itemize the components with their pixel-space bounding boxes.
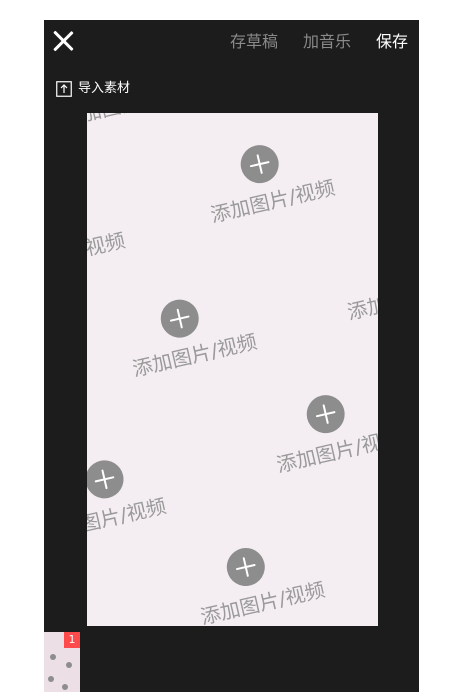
media-slot-label: 添加图片/视频 <box>208 175 338 228</box>
media-slot-3[interactable]: 添加图片/视 <box>264 375 378 487</box>
media-slot-1[interactable]: 添加图片/视频 <box>198 125 362 237</box>
editor-screen: 存草稿 加音乐 保存 导入素材 加图片 添加图片/视频 视频 添加图片/视频 <box>44 20 419 692</box>
thumbnail-plus-dot <box>50 654 56 660</box>
thumbnail-plus-dot <box>48 676 54 682</box>
media-slot-2[interactable]: 添加图片/视频 <box>120 279 284 391</box>
add-music-button[interactable]: 加音乐 <box>303 32 351 52</box>
template-canvas: 加图片 添加图片/视频 视频 添加图片/视频 添加 添加图片/视 图片/视频 <box>87 113 378 626</box>
media-slot-label: 加图片 <box>87 113 143 126</box>
media-slot-4[interactable]: 图片/视频 <box>87 433 238 545</box>
thumbnail-plus-dot <box>62 684 68 690</box>
timeline-clip-thumbnail[interactable]: 1 <box>44 632 80 692</box>
clip-count-badge: 1 <box>64 632 80 648</box>
plus-icon <box>302 391 349 437</box>
import-media-button[interactable]: 导入素材 <box>56 80 130 98</box>
media-slot-label: 添加图片/视 <box>274 429 378 478</box>
upload-icon <box>56 81 72 97</box>
import-media-label: 导入素材 <box>78 81 131 96</box>
plus-icon <box>87 456 128 503</box>
plus-icon <box>236 141 283 187</box>
media-slot-label: 添加图片/视频 <box>198 577 328 626</box>
media-slot-label: 添加 <box>345 292 378 325</box>
media-slot-label: 添加图片/视频 <box>130 329 260 382</box>
media-slot-label: 视频 <box>87 228 128 261</box>
media-slot-5[interactable]: 添加图片/视频 <box>188 527 352 626</box>
media-slot-label: 图片/视频 <box>87 493 169 537</box>
thumbnail-plus-dot <box>66 662 72 668</box>
save-button[interactable]: 保存 <box>376 32 408 52</box>
save-draft-button[interactable]: 存草稿 <box>230 32 278 52</box>
close-icon[interactable] <box>52 30 74 52</box>
plus-icon <box>223 544 269 590</box>
plus-icon <box>156 295 203 342</box>
